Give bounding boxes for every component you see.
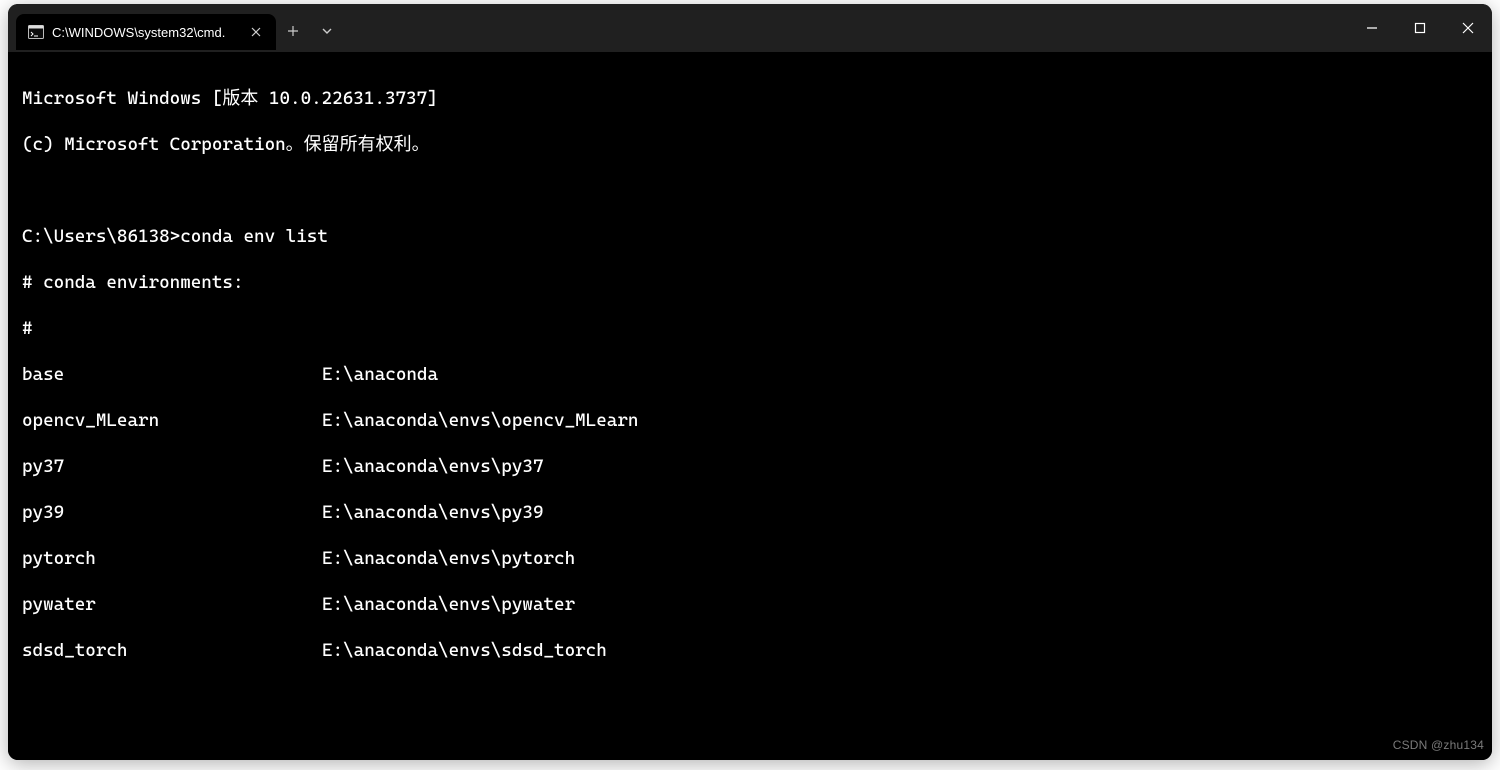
blank-line	[22, 685, 1478, 708]
minimize-button[interactable]	[1348, 4, 1396, 52]
tabs-area: C:\WINDOWS\system32\cmd.	[8, 4, 344, 52]
terminal-window: C:\WINDOWS\system32\cmd.	[8, 4, 1492, 760]
env-row: baseE:\anaconda	[22, 363, 1478, 386]
env-path: E:\anaconda\envs\sdsd_torch	[322, 639, 607, 662]
tab-cmd[interactable]: C:\WINDOWS\system32\cmd.	[16, 14, 276, 50]
titlebar: C:\WINDOWS\system32\cmd.	[8, 4, 1492, 52]
env-path: E:\anaconda\envs\pywater	[322, 593, 575, 616]
env-name: py39	[22, 501, 322, 524]
env-row: opencv_MLearnE:\anaconda\envs\opencv_MLe…	[22, 409, 1478, 432]
env-name: pytorch	[22, 547, 322, 570]
banner-line: Microsoft Windows [版本 10.0.22631.3737]	[22, 87, 1478, 110]
tab-dropdown-button[interactable]	[310, 14, 344, 48]
close-button[interactable]	[1444, 4, 1492, 52]
env-path: E:\anaconda\envs\py39	[322, 501, 543, 524]
cmd-icon	[28, 24, 44, 40]
env-row: pytorchE:\anaconda\envs\pytorch	[22, 547, 1478, 570]
env-name: base	[22, 363, 322, 386]
env-name: opencv_MLearn	[22, 409, 322, 432]
new-tab-button[interactable]	[276, 14, 310, 48]
env-path: E:\anaconda\envs\opencv_MLearn	[322, 409, 638, 432]
maximize-button[interactable]	[1396, 4, 1444, 52]
prompt-line: C:\Users\86138>conda env list	[22, 225, 1478, 248]
env-path: E:\anaconda\envs\py37	[322, 455, 543, 478]
env-header: # conda environments:	[22, 271, 1478, 294]
env-path: E:\anaconda	[322, 363, 438, 386]
window-controls	[1348, 4, 1492, 52]
prompt-prefix: C:\Users\86138>	[22, 226, 180, 247]
env-row: py39E:\anaconda\envs\py39	[22, 501, 1478, 524]
env-row: pywaterE:\anaconda\envs\pywater	[22, 593, 1478, 616]
env-row: py37E:\anaconda\envs\py37	[22, 455, 1478, 478]
watermark: CSDN @zhu134	[1393, 734, 1484, 757]
blank-line	[22, 731, 1478, 754]
tab-close-button[interactable]	[246, 22, 266, 42]
env-name: pywater	[22, 593, 322, 616]
banner-line: (c) Microsoft Corporation。保留所有权利。	[22, 133, 1478, 156]
env-hash: #	[22, 317, 1478, 340]
tab-title: C:\WINDOWS\system32\cmd.	[52, 25, 238, 40]
env-row: sdsd_torchE:\anaconda\envs\sdsd_torch	[22, 639, 1478, 662]
env-name: py37	[22, 455, 322, 478]
env-name: sdsd_torch	[22, 639, 322, 662]
env-path: E:\anaconda\envs\pytorch	[322, 547, 575, 570]
terminal-output[interactable]: Microsoft Windows [版本 10.0.22631.3737] (…	[8, 52, 1492, 760]
command-text: conda env list	[180, 226, 328, 247]
blank-line	[22, 179, 1478, 202]
